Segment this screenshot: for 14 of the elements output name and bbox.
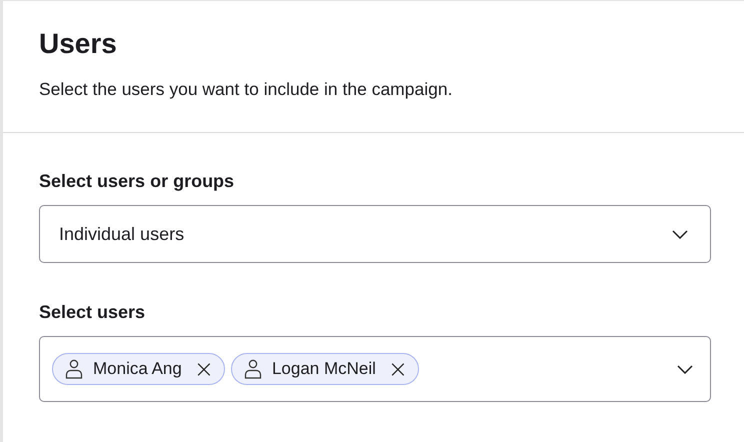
user-icon xyxy=(65,359,83,379)
page-description: Select the users you want to include in the campaign. xyxy=(39,78,454,100)
chip-label: Monica Ang xyxy=(93,359,182,379)
field-label: Select users xyxy=(39,301,146,323)
remove-button[interactable]: × xyxy=(386,357,410,381)
dropdown[interactable]: Individual users xyxy=(39,205,711,263)
chevron-down-icon xyxy=(677,364,693,374)
user-icon xyxy=(244,359,262,379)
page-title: Users xyxy=(39,27,118,61)
chevron-down-icon xyxy=(672,230,688,238)
multi-select-field[interactable]: Monica Ang × Logan McNeil × xyxy=(39,336,711,402)
field-label: Select users or groups xyxy=(39,170,236,192)
chip-label: Logan McNeil xyxy=(272,359,376,379)
remove-button[interactable]: × xyxy=(192,357,216,381)
